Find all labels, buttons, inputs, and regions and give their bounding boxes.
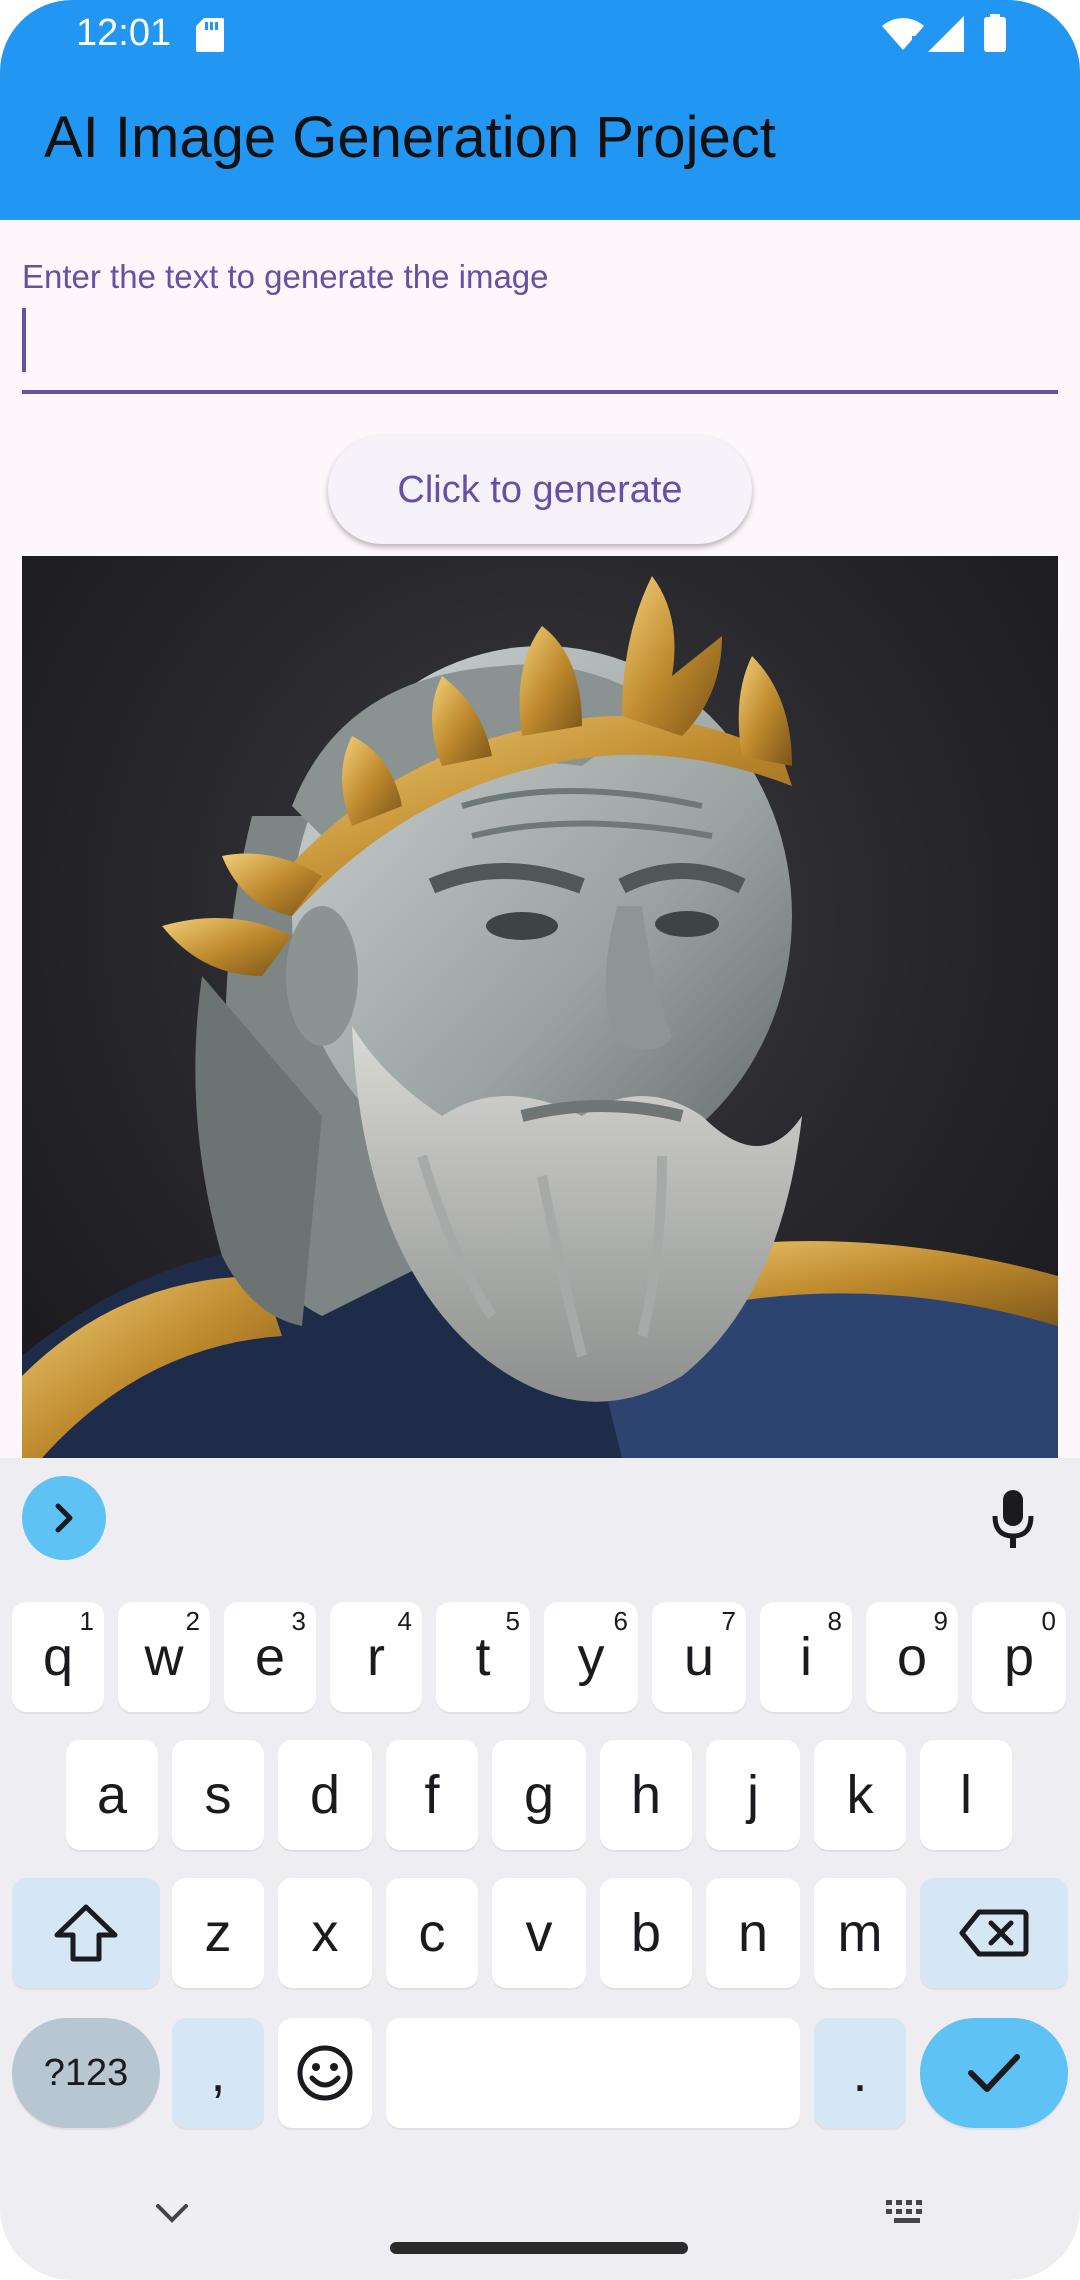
- key-label: p: [1003, 1627, 1035, 1687]
- key-label: y: [577, 1627, 605, 1687]
- key-r[interactable]: r4: [330, 1602, 422, 1712]
- key-f[interactable]: f: [386, 1740, 478, 1850]
- key-n[interactable]: n: [706, 1878, 800, 1988]
- soft-keyboard: q1 w2 e3 r4 t5 y6 u7 i8 o9 p0 a s d f g …: [0, 1458, 1080, 2280]
- key-g[interactable]: g: [492, 1740, 586, 1850]
- shift-icon: [54, 1904, 118, 1962]
- sd-card-icon: [196, 18, 224, 52]
- comma-key[interactable]: ,: [172, 2018, 264, 2128]
- enter-key[interactable]: [920, 2018, 1068, 2128]
- key-x[interactable]: x: [278, 1878, 372, 1988]
- keyboard-toolbar-toggle[interactable]: [22, 1476, 106, 1560]
- key-label: i: [800, 1627, 812, 1687]
- statue-illustration: [22, 576, 1058, 1458]
- key-o[interactable]: o9: [866, 1602, 958, 1712]
- chevron-right-icon: [55, 1503, 73, 1533]
- battery-icon: [984, 14, 1006, 52]
- backspace-key[interactable]: [920, 1878, 1068, 1988]
- key-hint: 3: [291, 1606, 306, 1636]
- key-l[interactable]: l: [920, 1740, 1012, 1850]
- key-b[interactable]: b: [600, 1878, 692, 1988]
- key-c[interactable]: c: [386, 1878, 478, 1988]
- key-hint: 0: [1041, 1606, 1056, 1636]
- signal-icon: [928, 16, 964, 52]
- key-z[interactable]: z: [172, 1878, 264, 1988]
- key-q[interactable]: q1: [12, 1602, 104, 1712]
- emoji-key[interactable]: [278, 2018, 372, 2128]
- key-label: q: [42, 1627, 74, 1687]
- key-y[interactable]: y6: [544, 1602, 638, 1712]
- app-title: AI Image Generation Project: [44, 105, 776, 170]
- generated-image: [22, 556, 1058, 1458]
- key-u[interactable]: u7: [652, 1602, 746, 1712]
- hide-keyboard-icon[interactable]: [150, 2198, 194, 2228]
- shift-key[interactable]: [12, 1878, 160, 1988]
- phone-screen: 12:01 AI Image Generation Project Enter …: [0, 0, 1080, 2280]
- key-s[interactable]: s: [172, 1740, 264, 1850]
- key-hint: 1: [79, 1606, 94, 1636]
- key-v[interactable]: v: [492, 1878, 586, 1988]
- backspace-icon: [959, 1909, 1029, 1957]
- key-t[interactable]: t5: [436, 1602, 530, 1712]
- home-indicator[interactable]: [390, 2242, 688, 2254]
- checkmark-icon: [968, 2054, 1020, 2092]
- prompt-input[interactable]: [22, 304, 1058, 394]
- key-a[interactable]: a: [66, 1740, 158, 1850]
- key-label: e: [254, 1627, 286, 1687]
- key-j[interactable]: j: [706, 1740, 800, 1850]
- key-p[interactable]: p0: [972, 1602, 1066, 1712]
- key-hint: 9: [933, 1606, 948, 1636]
- key-w[interactable]: w2: [118, 1602, 210, 1712]
- keyboard-switch-icon[interactable]: [884, 2196, 930, 2230]
- text-cursor: [22, 308, 26, 372]
- wifi-icon: [882, 18, 924, 52]
- key-hint: 5: [505, 1606, 520, 1636]
- key-label: u: [683, 1627, 715, 1687]
- key-label: t: [475, 1627, 491, 1687]
- period-key[interactable]: .: [814, 2018, 906, 2128]
- key-i[interactable]: i8: [760, 1602, 852, 1712]
- key-hint: 8: [827, 1606, 842, 1636]
- key-hint: 2: [185, 1606, 200, 1636]
- app-bar: 12:01 AI Image Generation Project: [0, 0, 1080, 220]
- space-key[interactable]: [386, 2018, 800, 2128]
- key-e[interactable]: e3: [224, 1602, 316, 1712]
- key-hint: 6: [613, 1606, 628, 1636]
- key-hint: 4: [397, 1606, 412, 1636]
- generate-button[interactable]: Click to generate: [328, 436, 752, 544]
- symbols-key[interactable]: ?123: [12, 2018, 160, 2128]
- microphone-icon[interactable]: [990, 1488, 1036, 1550]
- key-hint: 7: [721, 1606, 736, 1636]
- prompt-field-label: Enter the text to generate the image: [22, 258, 549, 295]
- emoji-icon: [297, 2045, 353, 2101]
- key-label: o: [896, 1627, 928, 1687]
- key-m[interactable]: m: [814, 1878, 906, 1988]
- key-label: r: [367, 1627, 385, 1687]
- key-label: w: [144, 1627, 184, 1687]
- key-h[interactable]: h: [600, 1740, 692, 1850]
- key-d[interactable]: d: [278, 1740, 372, 1850]
- key-k[interactable]: k: [814, 1740, 906, 1850]
- status-time: 12:01: [76, 12, 172, 54]
